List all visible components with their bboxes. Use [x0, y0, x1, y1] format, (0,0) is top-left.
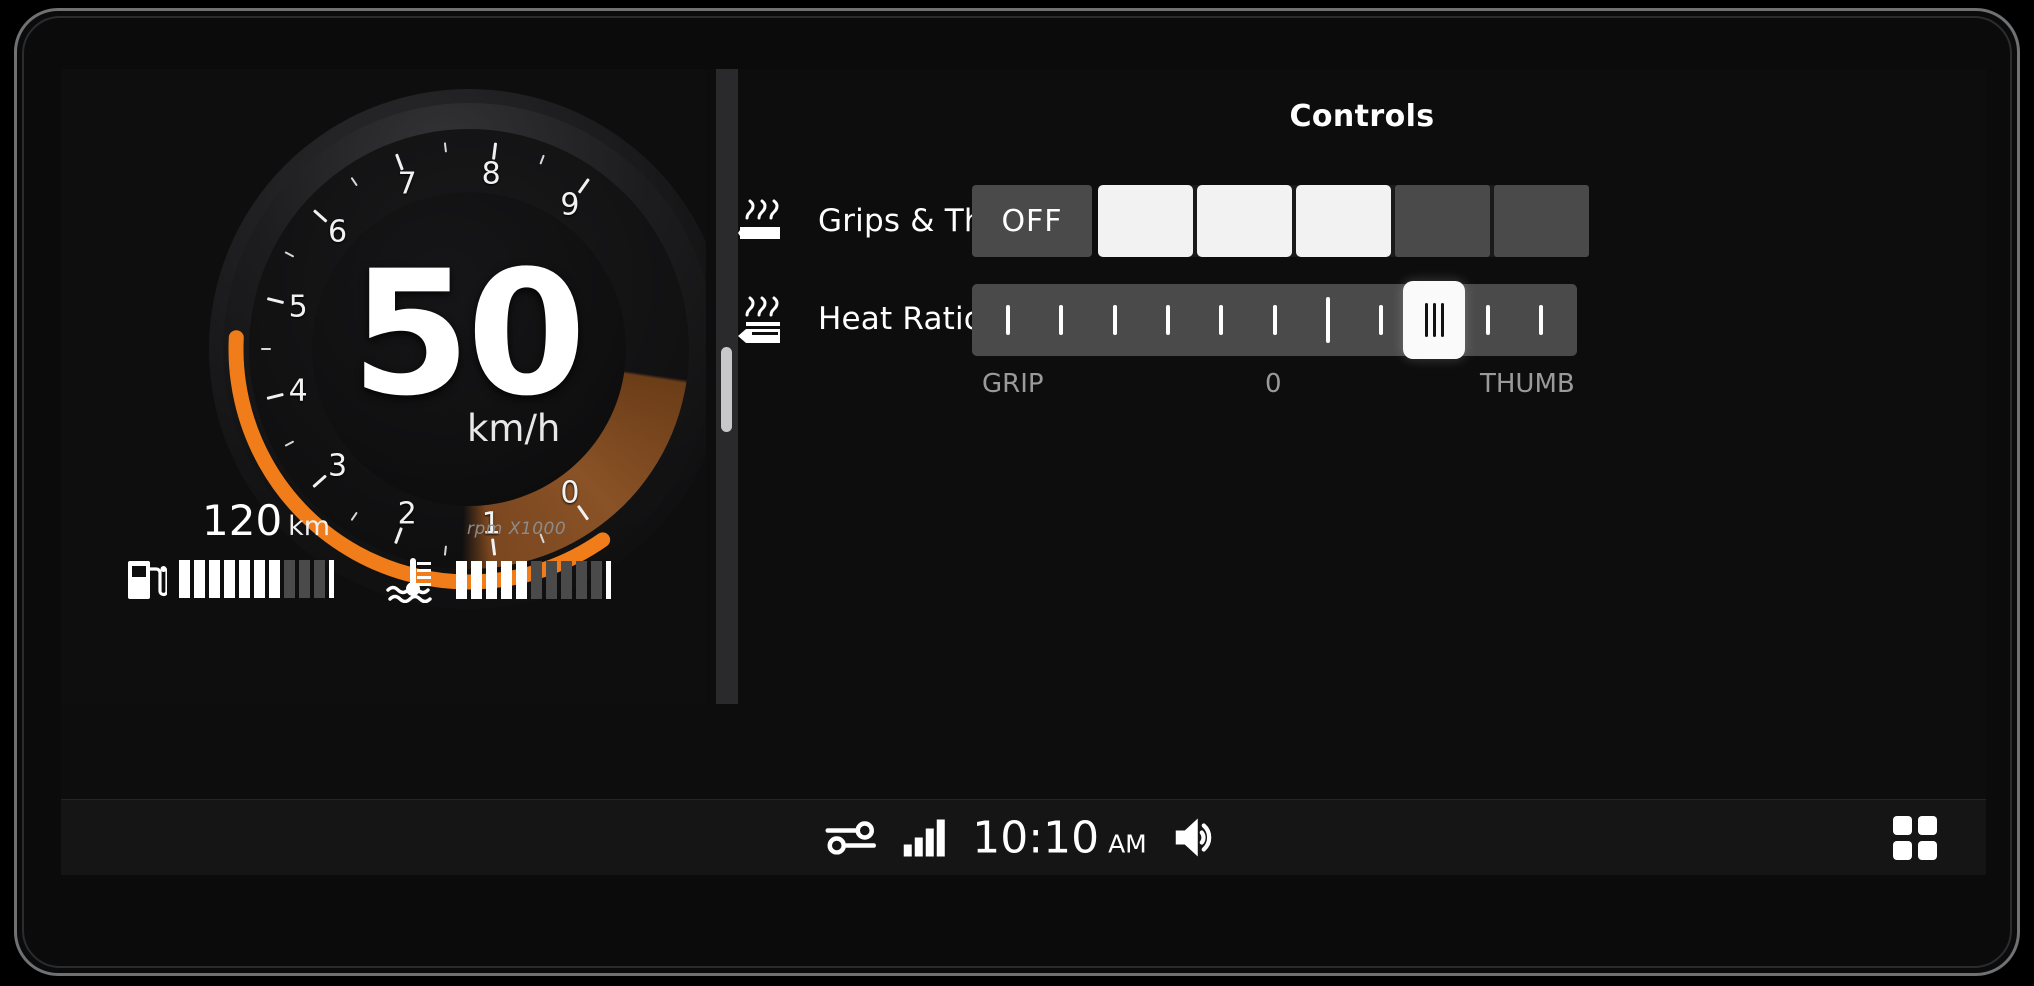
- grips-thumb-level-control[interactable]: OFF: [972, 185, 1589, 257]
- gauge-bar: [179, 560, 190, 598]
- gauge-bar: [486, 561, 497, 599]
- gauge-bar: [299, 560, 310, 598]
- heat-ratio-tick-0: [1006, 305, 1010, 335]
- grips-level-segment-4[interactable]: [1395, 185, 1490, 257]
- tach-label-0: 0: [560, 475, 580, 511]
- status-bar: 10:10 AM: [61, 799, 1986, 875]
- fuel-pump-icon: [128, 561, 167, 599]
- heat-ratio-slider-thumb[interactable]: [1403, 281, 1466, 359]
- gauge-bar: [501, 561, 512, 599]
- grips-level-segment-2[interactable]: [1197, 185, 1292, 257]
- speed-value: 50: [351, 233, 586, 434]
- gauge-bar: [284, 560, 295, 598]
- device-bezel: 0123456789 50 km/h rpm X1000 120 km Cont…: [14, 8, 2020, 976]
- tach-label-2: 2: [397, 496, 417, 532]
- gauge-bar: [456, 561, 467, 599]
- grips-off-button[interactable]: OFF: [972, 185, 1092, 257]
- heat-ratio-tick-9: [1485, 305, 1490, 335]
- rpm-scale-label: rpm X1000: [467, 519, 567, 539]
- heat-ratio-tick-10: [1539, 305, 1543, 335]
- tach-label-5: 5: [288, 289, 308, 325]
- grips-level-segments[interactable]: [1098, 185, 1589, 257]
- gauge-bar-end-mark: [329, 560, 334, 598]
- tach-label-4: 4: [288, 373, 308, 409]
- controls-panel: Controls Grips & Thumb OFF Heat Ratio GR…: [738, 69, 1986, 704]
- gauge-bar: [576, 561, 587, 599]
- fuel-level-bars: [179, 560, 334, 598]
- speed-unit: km/h: [467, 407, 561, 450]
- heat-ratio-tick-6: [1325, 297, 1330, 343]
- gauge-bar: [209, 560, 220, 598]
- heat-ratio-scale-center: 0: [1265, 369, 1282, 399]
- control-row-heat-ratio: Heat Ratio: [738, 295, 983, 343]
- heat-ratio-icon: [738, 296, 780, 343]
- instrument-cluster: 0123456789 50 km/h rpm X1000 120 km: [61, 69, 706, 704]
- gauge-bar-end-mark: [606, 561, 611, 599]
- heat-ratio-tick-3: [1165, 305, 1170, 335]
- heat-ratio-tick-2: [1112, 305, 1117, 335]
- gauge-bar: [269, 560, 280, 598]
- clock-time: 10:10: [972, 812, 1100, 863]
- scrollbar-thumb[interactable]: [721, 347, 732, 432]
- grips-level-segment-1[interactable]: [1098, 185, 1193, 257]
- controls-panel-title: Controls: [1289, 99, 1435, 134]
- coolant-temperature-gauge: [386, 557, 611, 603]
- gauge-bar: [471, 561, 482, 599]
- vertical-scrollbar[interactable]: [716, 69, 738, 704]
- gauge-bar: [561, 561, 572, 599]
- gauge-bar: [591, 561, 602, 599]
- coolant-temperature-icon: [386, 558, 432, 603]
- tach-label-8: 8: [481, 156, 501, 192]
- tach-label-3: 3: [327, 448, 348, 484]
- heat-ratio-scale-left: GRIP: [982, 369, 1044, 399]
- heat-ratio-scale-right: THUMB: [1480, 369, 1575, 399]
- heat-ratio-tick-4: [1219, 305, 1224, 335]
- control-label-heat-ratio: Heat Ratio: [818, 301, 983, 337]
- fuel-gauge: [127, 557, 334, 601]
- gauge-bar: [531, 561, 542, 599]
- grips-level-segment-3[interactable]: [1296, 185, 1391, 257]
- gauge-bar: [546, 561, 557, 599]
- heat-ratio-tick-7: [1379, 305, 1384, 335]
- gauge-bar: [254, 560, 265, 598]
- gauge-bar: [314, 560, 325, 598]
- heat-ratio-slider[interactable]: [972, 281, 1577, 359]
- display-screen: 0123456789 50 km/h rpm X1000 120 km Cont…: [61, 69, 1986, 799]
- heat-ratio-tick-5: [1272, 305, 1277, 335]
- thumb-grip-line: [1424, 303, 1428, 337]
- odometer-value: 120: [202, 496, 283, 545]
- gauge-bar: [239, 560, 250, 598]
- thumb-grip-line: [1440, 303, 1444, 337]
- thumb-grip-line: [1432, 303, 1436, 337]
- gauge-bar: [516, 561, 527, 599]
- sliders-icon[interactable]: [824, 821, 876, 855]
- status-bar-center-group: 10:10 AM: [824, 812, 1222, 863]
- gauge-bar: [194, 560, 205, 598]
- clock-ampm: AM: [1108, 829, 1147, 858]
- tach-label-7: 7: [397, 166, 417, 202]
- odometer-unit: km: [288, 511, 331, 542]
- heated-grips-icon: [738, 199, 780, 239]
- heat-ratio-tick-1: [1059, 305, 1064, 335]
- app-grid-icon[interactable]: [1892, 815, 1938, 861]
- tach-label-6: 6: [327, 214, 348, 250]
- signal-bars-icon: [903, 819, 945, 857]
- temperature-level-bars: [456, 561, 611, 599]
- gauge-bar: [224, 560, 235, 598]
- speaker-volume-icon[interactable]: [1173, 816, 1223, 860]
- grips-level-segment-5[interactable]: [1494, 185, 1589, 257]
- tach-label-9: 9: [560, 187, 580, 223]
- odometer: 120 km: [202, 496, 330, 545]
- clock: 10:10 AM: [972, 812, 1146, 863]
